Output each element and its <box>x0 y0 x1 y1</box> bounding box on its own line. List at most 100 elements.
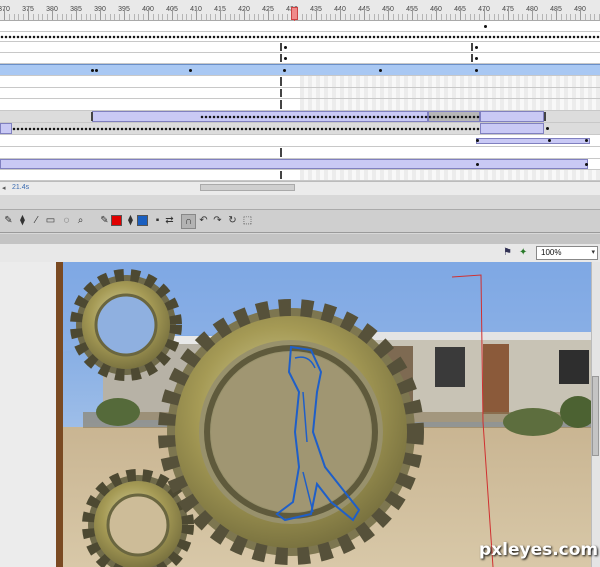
default-colors-icon[interactable]: ⇄ <box>163 214 176 227</box>
ruler-tick <box>508 8 509 20</box>
ruler-tick <box>359 14 361 20</box>
timeline-ruler[interactable]: 3703753803853903954004054104154204254304… <box>0 0 600 21</box>
stage-edge <box>56 262 63 567</box>
ruler-tick <box>388 8 389 20</box>
timeline-scrollbar[interactable] <box>200 184 295 191</box>
pencil-icon[interactable]: ✎ <box>2 214 15 227</box>
zoom-select[interactable]: 100% ▾ <box>536 246 598 260</box>
ruler-tick <box>565 14 567 20</box>
lasso-icon[interactable]: ◌ <box>60 214 73 227</box>
ruler-tick <box>349 14 351 20</box>
paint-bucket-icon[interactable]: ⧫ <box>16 214 29 227</box>
snap-magnet-icon[interactable]: ∩ <box>181 214 196 229</box>
scroll-left-icon[interactable]: ◂ <box>2 184 6 192</box>
ruler-tick <box>253 14 255 20</box>
ruler-tick <box>589 14 591 20</box>
layer-row[interactable] <box>0 53 600 64</box>
scrollbar-thumb[interactable] <box>592 376 599 456</box>
ruler-tick <box>436 8 437 20</box>
fill-bucket-icon[interactable]: ⧫ <box>124 214 137 227</box>
ruler-tick <box>104 14 106 20</box>
pasteboard-left <box>0 262 56 567</box>
ruler-tick <box>128 14 130 20</box>
ruler-tick <box>13 14 15 20</box>
ruler-tick <box>498 14 500 20</box>
ruler-tick <box>594 14 596 20</box>
ruler-tick <box>373 14 375 20</box>
timeline-status-bar: ◂ 21.4s <box>0 181 600 195</box>
layer-row[interactable] <box>0 147 600 159</box>
watermark: pxleyes.com <box>479 540 599 560</box>
smooth-icon[interactable]: ↶ <box>197 214 210 227</box>
edit-symbol-icon[interactable]: ✦ <box>519 247 527 258</box>
ruler-tick <box>383 14 385 20</box>
ruler-tick <box>450 14 452 20</box>
ruler-tick <box>460 8 461 20</box>
ruler-tick <box>76 8 77 20</box>
stage-canvas[interactable] <box>63 262 591 567</box>
ruler-tick <box>301 14 303 20</box>
ruler-tick <box>306 14 308 20</box>
layer-row[interactable] <box>0 99 600 111</box>
layer-row-keyframes[interactable] <box>0 32 600 42</box>
layer-row[interactable] <box>0 21 600 32</box>
ruler-tick <box>268 8 269 20</box>
ruler-tick <box>340 8 341 20</box>
ruler-tick <box>287 14 289 20</box>
drawing-toolbar: ✎ ⧫ ⁄ ▭ ◌ ⌕ ✎ ⧫ ▪ ⇄ ∩ ↶ ↷ ↻ ⬚ <box>0 209 600 233</box>
ruler-tick <box>512 14 514 20</box>
chevron-down-icon[interactable]: ▾ <box>591 247 595 259</box>
zoom-value: 100% <box>541 248 562 257</box>
ruler-tick <box>42 14 44 20</box>
ruler-tick <box>316 8 317 20</box>
ruler-tick <box>200 14 202 20</box>
ruler-tick <box>584 14 586 20</box>
playhead-handle[interactable] <box>291 7 298 20</box>
ruler-tick <box>580 8 581 20</box>
ruler-tick <box>56 14 58 20</box>
eyedropper-icon[interactable]: ⁄ <box>30 214 43 227</box>
ruler-tick <box>244 8 245 20</box>
layer-row-tween[interactable] <box>0 159 600 170</box>
rotate-icon[interactable]: ↻ <box>226 214 239 227</box>
ruler-tick <box>210 14 212 20</box>
stroke-color-icon[interactable]: ✎ <box>98 214 111 227</box>
layer-row[interactable] <box>0 170 600 181</box>
straighten-icon[interactable]: ↷ <box>211 214 224 227</box>
ruler-tick <box>392 14 394 20</box>
scale-icon[interactable]: ⬚ <box>241 214 254 227</box>
ruler-tick <box>469 14 471 20</box>
ruler-tick <box>402 14 404 20</box>
ruler-tick <box>186 14 188 20</box>
elapsed-time: 21.4s <box>12 184 30 191</box>
layer-row-tween[interactable] <box>0 111 600 123</box>
layer-row[interactable] <box>0 88 600 99</box>
stage-artwork <box>63 262 591 567</box>
stroke-color-swatch[interactable] <box>111 215 122 226</box>
ruler-tick <box>85 14 87 20</box>
ruler-tick <box>80 14 82 20</box>
ruler-tick <box>335 14 337 20</box>
edit-scene-icon[interactable]: ⚑ <box>503 247 512 258</box>
ruler-tick <box>397 14 399 20</box>
layer-row[interactable] <box>0 42 600 53</box>
fill-color-swatch[interactable] <box>137 215 148 226</box>
ruler-tick <box>426 14 428 20</box>
ruler-tick <box>330 14 332 20</box>
layer-row[interactable] <box>0 76 600 88</box>
ruler-tick <box>148 8 149 20</box>
ruler-tick <box>37 14 39 20</box>
ruler-tick <box>546 14 548 20</box>
layer-row-selected[interactable] <box>0 64 600 76</box>
ruler-tick <box>416 14 418 20</box>
layer-row-keyframes[interactable] <box>0 123 600 135</box>
ruler-tick <box>532 8 533 20</box>
ruler-tick <box>474 14 476 20</box>
ruler-tick <box>344 14 346 20</box>
layer-row[interactable] <box>0 135 600 147</box>
eraser-icon[interactable]: ▭ <box>44 214 57 227</box>
ruler-tick <box>167 14 169 20</box>
ruler-tick <box>277 14 279 20</box>
zoom-icon[interactable]: ⌕ <box>74 214 87 227</box>
timeline-layers[interactable] <box>0 21 600 181</box>
